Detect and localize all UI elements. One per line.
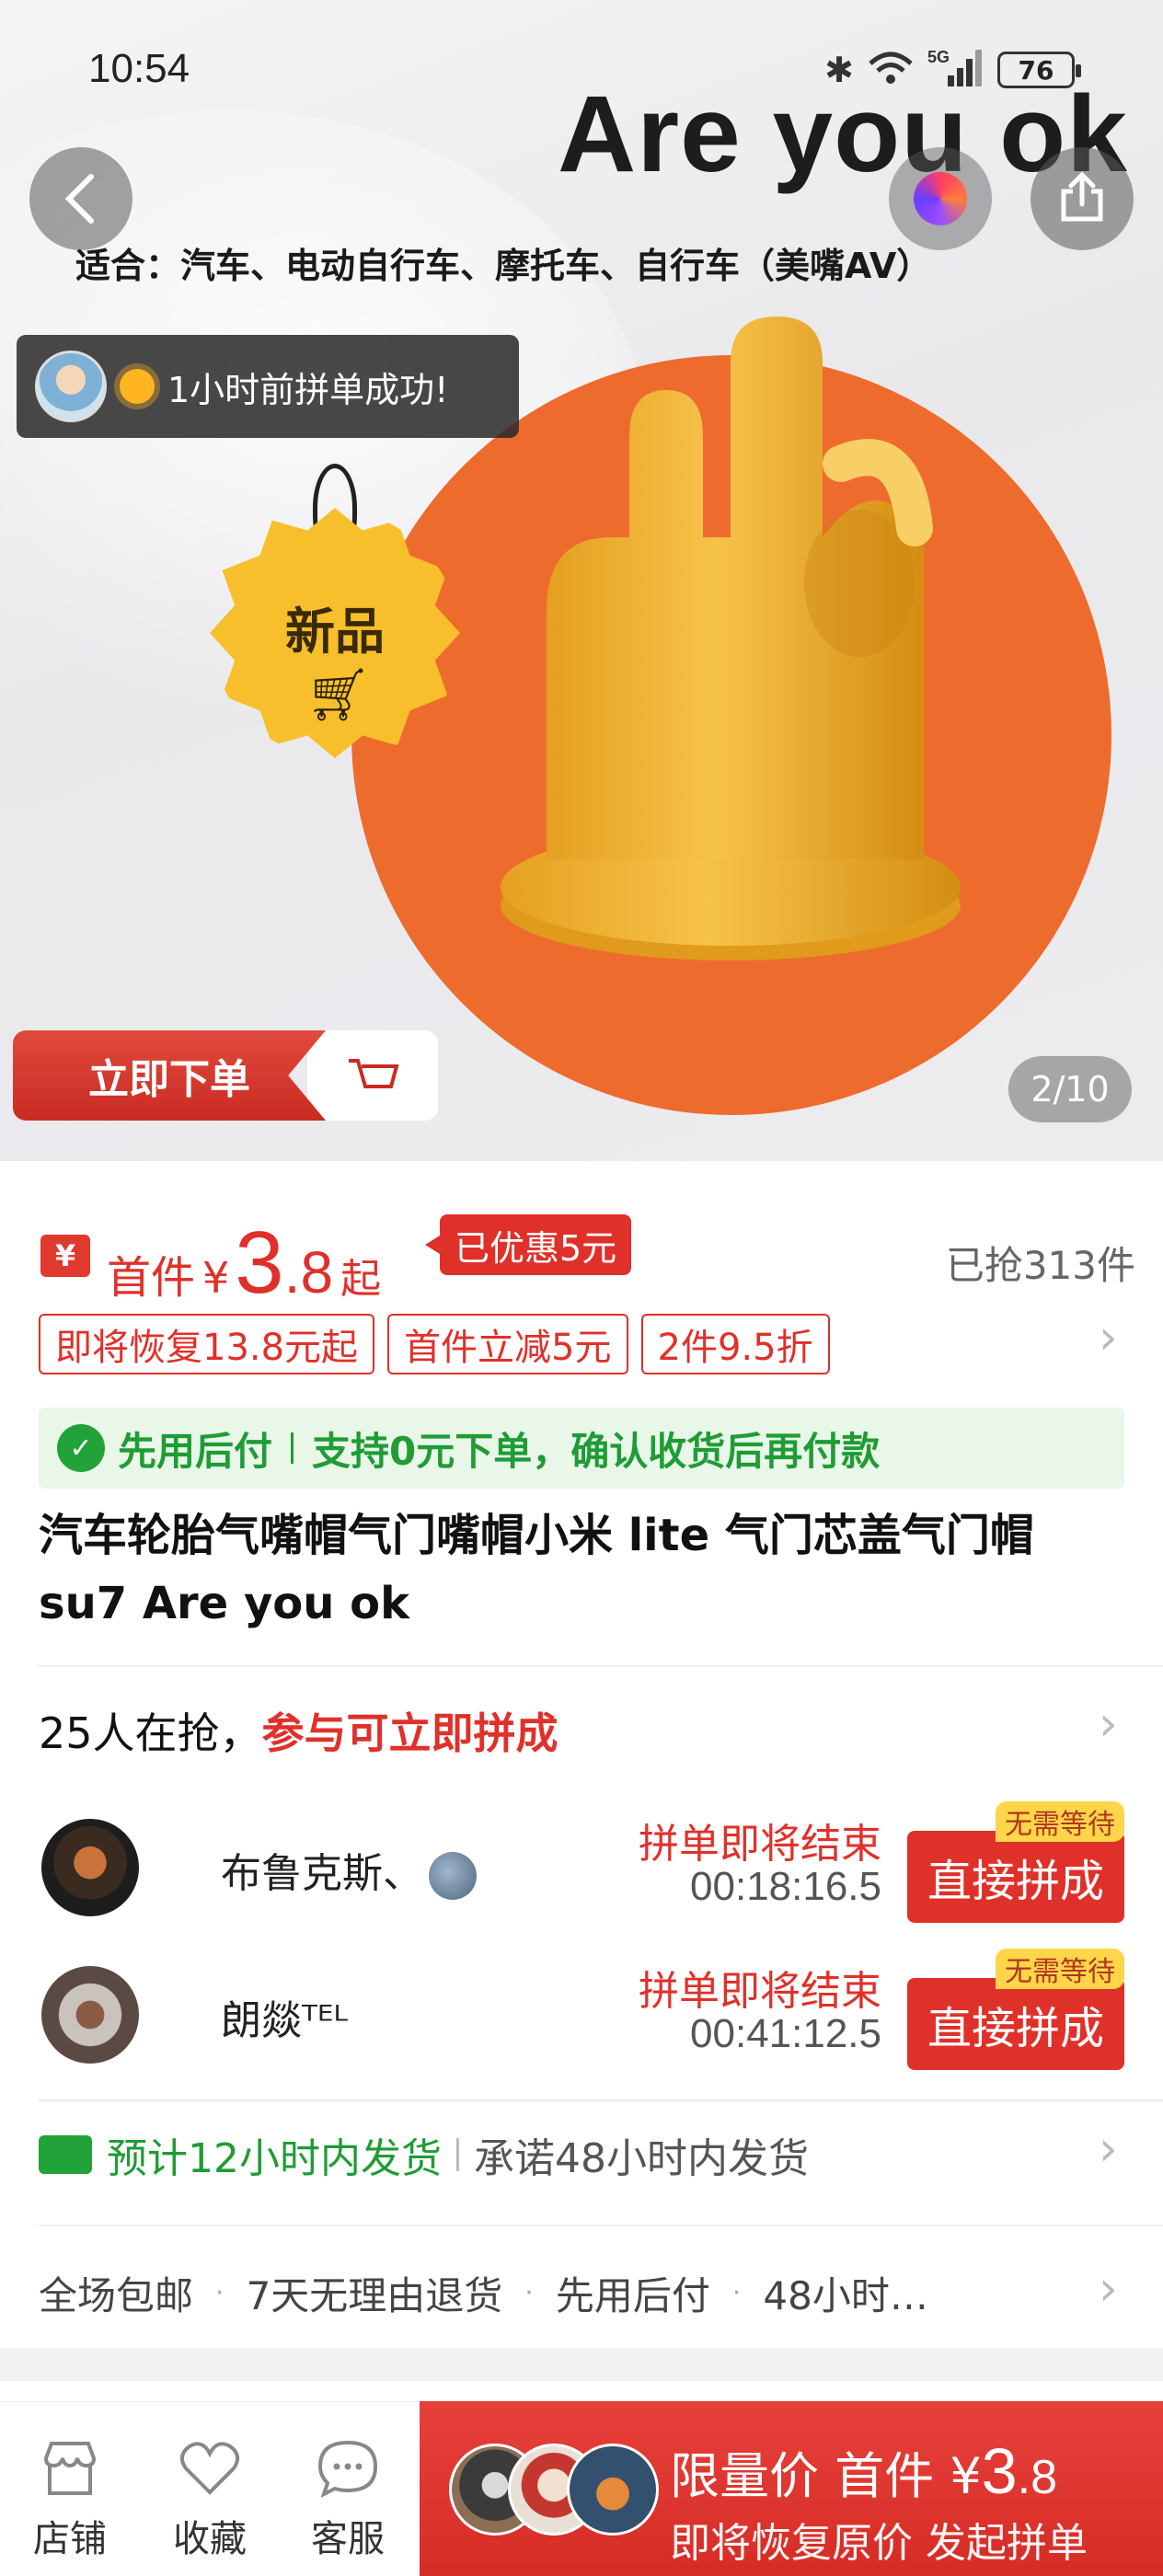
group-leader-name: 布鲁克斯、 bbox=[221, 1840, 477, 1900]
price: 首件 ¥ 3 .8 起 bbox=[107, 1213, 381, 1314]
ai-assistant-button[interactable] bbox=[889, 147, 992, 250]
buy-now-label: 立即下单 bbox=[13, 1030, 326, 1121]
join-group-button[interactable]: 直接拼成 bbox=[907, 1978, 1124, 2070]
price-integer: 3 bbox=[235, 1213, 284, 1312]
image-counter: 2/10 bbox=[1008, 1056, 1132, 1122]
join-group-button[interactable]: 直接拼成 bbox=[907, 1831, 1124, 1923]
ai-orb-icon bbox=[914, 172, 967, 225]
chat-icon bbox=[293, 2435, 403, 2501]
chevron-right-icon[interactable]: › bbox=[1099, 2261, 1118, 2317]
buy-now-banner: 立即下单 bbox=[13, 1030, 438, 1121]
chevron-left-icon bbox=[64, 174, 94, 224]
favorite-label: 收藏 bbox=[173, 2518, 247, 2560]
ending-label: 拼单即将结束 bbox=[639, 1821, 881, 1868]
discount-badge: 已优惠5元 bbox=[424, 1214, 632, 1275]
group-row: 朗燚ᵀᴱᴸ 拼单即将结束 00:41:12.5 直接拼成 无需等待 bbox=[39, 1949, 1124, 2070]
store-icon bbox=[15, 2435, 125, 2501]
countdown-timer: 00:41:12.5 bbox=[690, 2011, 881, 2056]
avatar bbox=[39, 1963, 142, 2066]
pay-later-icon: ✓ bbox=[57, 1424, 105, 1472]
divider bbox=[39, 2225, 1163, 2226]
cta-price-dec: .8 bbox=[1017, 2451, 1058, 2504]
start-group-buy-button[interactable]: 限量价 首件 ¥3.8 即将恢复原价 发起拼单 bbox=[420, 2401, 1163, 2576]
no-wait-badge: 无需等待 bbox=[996, 1949, 1124, 1989]
shipping-highlight: 预计12小时内发货 bbox=[107, 2135, 442, 2182]
service-item: 7天无理由退货 bbox=[246, 2273, 503, 2318]
no-wait-badge: 无需等待 bbox=[996, 1801, 1124, 1842]
price-symbol: ¥ bbox=[202, 1253, 230, 1303]
group-success-toast: 1小时前拼单成功! bbox=[17, 335, 519, 438]
shipping-promise: 承诺48小时内发货 bbox=[474, 2135, 809, 2182]
store-label: 店铺 bbox=[33, 2518, 107, 2560]
service-guarantees[interactable]: 全场包邮 · 7天无理由退货 · 先用后付 · 48小时… bbox=[39, 2265, 928, 2321]
chevron-right-icon[interactable]: › bbox=[1099, 1696, 1118, 1752]
ad-subtitle: 适合：汽车、电动自行车、摩托车、自行车（美嘴AV） bbox=[75, 246, 932, 286]
shipping-info[interactable]: 预计12小时内发货 承诺48小时内发货 bbox=[39, 2125, 809, 2184]
product-image-carousel[interactable]: 10:54 ✱ 5G 76 Are you ok 适合：汽车、电动自行车、摩托车… bbox=[0, 0, 1163, 1161]
cart-icon: 🛒︎ bbox=[305, 665, 372, 725]
group-buy-header[interactable]: 25人在抢，参与可立即拼成 bbox=[39, 1700, 558, 1761]
countdown-timer: 00:18:16.5 bbox=[690, 1864, 881, 1909]
pay-later-desc: 支持0元下单，确认收货后再付款 bbox=[312, 1428, 881, 1474]
price-prefix: 首件 bbox=[107, 1252, 196, 1304]
truck-icon bbox=[39, 2135, 92, 2174]
service-item: 先用后付 bbox=[555, 2273, 710, 2318]
divider bbox=[456, 2138, 459, 2171]
divider bbox=[291, 1432, 294, 1464]
service-item: 全场包邮 bbox=[39, 2273, 194, 2318]
chevron-right-icon[interactable]: › bbox=[1099, 2122, 1118, 2177]
separator-dot: · bbox=[215, 2277, 225, 2309]
cta-price-int: 3 bbox=[981, 2435, 1018, 2507]
avatar bbox=[567, 2444, 659, 2536]
sold-count: 已抢313件 bbox=[945, 1243, 1135, 1288]
group-row: 布鲁克斯、 拼单即将结束 00:18:16.5 直接拼成 无需等待 bbox=[39, 1801, 1124, 1923]
service-label: 客服 bbox=[311, 2518, 385, 2560]
pay-later-label: 先用后付 bbox=[118, 1428, 273, 1474]
cta-subtext: 即将恢复原价 发起拼单 bbox=[670, 2520, 1088, 2567]
avatar bbox=[39, 1816, 142, 1919]
section-gap bbox=[0, 2348, 1163, 2381]
product-photo bbox=[501, 316, 961, 960]
price-decimal: .8 bbox=[283, 1239, 334, 1305]
separator-dot: · bbox=[731, 2277, 742, 2309]
divider bbox=[39, 2099, 1163, 2101]
new-product-tag: 新品 🛒︎ bbox=[210, 508, 460, 758]
group-buy-cta: 参与可立即拼成 bbox=[261, 1708, 558, 1758]
heart-icon bbox=[155, 2435, 265, 2501]
cta-symbol: ¥ bbox=[950, 2447, 982, 2505]
yen-icon: ¥ bbox=[40, 1235, 90, 1277]
service-item: 48小时… bbox=[763, 2273, 928, 2318]
pay-later-banner[interactable]: ✓ 先用后付 支持0元下单，确认收货后再付款 bbox=[39, 1408, 1124, 1489]
new-tag-label: 新品 bbox=[285, 603, 385, 661]
price-suffix: 起 bbox=[340, 1256, 382, 1303]
share-icon bbox=[1061, 171, 1103, 222]
promo-tags[interactable]: 即将恢复13.8元起 首件立减5元 2件9.5折 bbox=[39, 1314, 830, 1374]
back-button[interactable] bbox=[29, 147, 132, 250]
cta-price-line: 限量价 首件 ¥3.8 bbox=[670, 2434, 1057, 2508]
cta-label: 限量价 首件 bbox=[670, 2447, 935, 2505]
share-button[interactable] bbox=[1031, 147, 1134, 250]
divider bbox=[39, 1665, 1163, 1667]
customer-service-button[interactable]: 客服 bbox=[293, 2435, 403, 2562]
moon-emoji-icon bbox=[429, 1852, 477, 1900]
promo-tag[interactable]: 即将恢复13.8元起 bbox=[39, 1314, 375, 1374]
product-title: 汽车轮胎气嘴帽气门嘴帽小米 lite 气门芯盖气门帽 su7 Are you o… bbox=[39, 1510, 1034, 1629]
group-buy-count: 25人在抢， bbox=[39, 1708, 262, 1758]
store-button[interactable]: 店铺 bbox=[15, 2435, 125, 2562]
svg-text:5G: 5G bbox=[927, 48, 950, 66]
buyer-avatar bbox=[35, 351, 107, 422]
separator-dot: · bbox=[524, 2277, 534, 2309]
group-leader-name: 朗燚ᵀᴱᴸ bbox=[221, 1997, 348, 2044]
sun-icon bbox=[120, 369, 155, 404]
favorite-button[interactable]: 收藏 bbox=[155, 2435, 265, 2562]
toast-text: 1小时前拼单成功! bbox=[167, 369, 449, 410]
cart-outline-icon bbox=[307, 1030, 438, 1121]
status-time: 10:54 bbox=[88, 46, 190, 91]
promo-tag[interactable]: 首件立减5元 bbox=[387, 1314, 628, 1374]
promo-tag[interactable]: 2件9.5折 bbox=[640, 1314, 830, 1374]
chevron-right-icon[interactable]: › bbox=[1099, 1310, 1118, 1365]
leader-name-text: 布鲁克斯、 bbox=[221, 1850, 423, 1897]
ending-label: 拼单即将结束 bbox=[639, 1968, 881, 2015]
